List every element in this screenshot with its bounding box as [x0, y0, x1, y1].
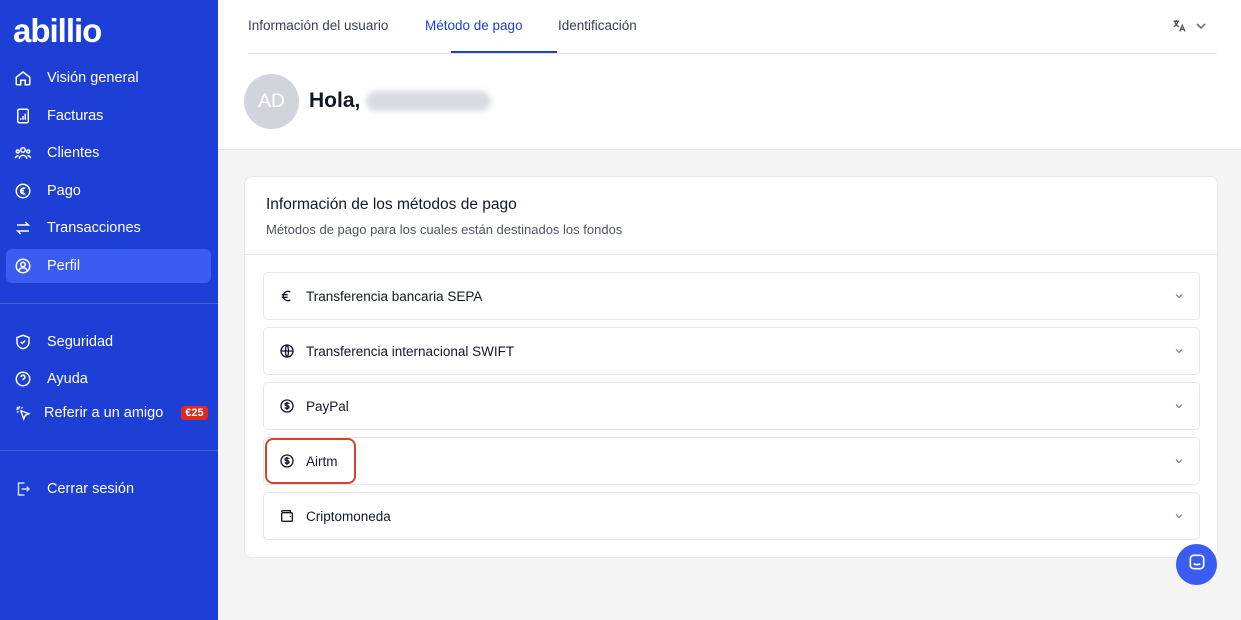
sidebar: abillio Visión general Facturas Clientes…: [0, 0, 218, 620]
help-circle-icon: [14, 370, 32, 388]
payment-methods-card: Información de los métodos de pago Métod…: [244, 176, 1218, 558]
chevron-down-icon: [1175, 294, 1183, 299]
sidebar-item-pago[interactable]: Pago: [6, 174, 211, 208]
invoice-icon: [14, 107, 32, 125]
wallet-icon: [279, 508, 295, 524]
sidebar-item-cerrar-sesion[interactable]: Cerrar sesión: [6, 472, 211, 506]
users-icon: [14, 144, 32, 162]
payment-method-paypal[interactable]: PayPal: [263, 382, 1200, 430]
card-title: Información de los métodos de pago: [266, 196, 517, 213]
sidebar-item-referir[interactable]: Referir a un amigo €25: [6, 396, 211, 430]
sidebar-item-perfil[interactable]: Perfil: [6, 249, 211, 283]
profile-header: Información del usuario Método de pago I…: [218, 0, 1241, 150]
chevron-down-icon: [1175, 349, 1183, 354]
payment-method-label: Transferencia bancaria SEPA: [306, 288, 483, 304]
chevron-down-icon: [1175, 404, 1183, 409]
payment-method-crypto[interactable]: Criptomoneda: [263, 492, 1200, 540]
sidebar-item-label: Pago: [47, 183, 81, 199]
highlight-box: [265, 438, 356, 484]
sidebar-item-seguridad[interactable]: Seguridad: [6, 325, 211, 359]
tab-bar: Información del usuario Método de pago I…: [248, 0, 1217, 54]
card-header: Información de los métodos de pago Métod…: [245, 177, 1217, 255]
payment-method-label: Criptomoneda: [306, 508, 391, 524]
language-selector[interactable]: [1171, 18, 1209, 37]
sidebar-item-label: Clientes: [47, 145, 100, 161]
chat-icon: [1187, 552, 1207, 577]
sidebar-item-label: Perfil: [47, 258, 81, 274]
chat-button[interactable]: [1176, 544, 1217, 585]
sidebar-item-label: Cerrar sesión: [47, 481, 135, 497]
sidebar-item-transacciones[interactable]: Transacciones: [6, 211, 211, 245]
chevron-down-icon: [1175, 459, 1183, 464]
active-tab-indicator: [451, 51, 557, 53]
tab-identification[interactable]: Identificación: [558, 18, 637, 33]
chevron-down-icon: [1175, 514, 1183, 519]
sidebar-item-label: Visión general: [47, 70, 139, 86]
sidebar-item-vision-general[interactable]: Visión general: [6, 61, 211, 95]
tab-payment-method[interactable]: Método de pago: [425, 18, 523, 33]
euro-icon: [279, 288, 295, 304]
chevron-down-icon: [1193, 18, 1209, 37]
sidebar-item-ayuda[interactable]: Ayuda: [6, 362, 211, 396]
euro-circle-icon: [14, 182, 32, 200]
payment-method-sepa[interactable]: Transferencia bancaria SEPA: [263, 272, 1200, 320]
payment-method-label: Transferencia internacional SWIFT: [306, 343, 515, 359]
sidebar-divider: [0, 450, 218, 451]
payment-method-airtm[interactable]: Airtm: [263, 437, 1200, 485]
sidebar-item-label: Facturas: [47, 108, 104, 124]
greeting-text: Hola,: [309, 89, 361, 112]
tab-user-info[interactable]: Información del usuario: [248, 18, 388, 33]
sidebar-item-facturas[interactable]: Facturas: [6, 99, 211, 133]
avatar: AD: [244, 74, 299, 129]
payment-method-swift[interactable]: Transferencia internacional SWIFT: [263, 327, 1200, 375]
home-icon: [14, 69, 32, 87]
logout-icon: [14, 480, 32, 498]
greeting: Hola,: [309, 89, 492, 113]
arrows-exchange-icon: [14, 219, 32, 237]
sidebar-item-label: Ayuda: [47, 371, 88, 387]
sidebar-item-label: Referir a un amigo: [44, 405, 164, 421]
sidebar-divider: [0, 303, 218, 304]
sidebar-item-label: Transacciones: [47, 220, 141, 236]
click-icon: [14, 404, 32, 422]
referral-badge: €25: [181, 406, 208, 420]
dollar-circle-icon: [279, 398, 295, 414]
user-circle-icon: [14, 257, 32, 275]
sidebar-item-label: Seguridad: [47, 334, 114, 350]
sidebar-item-clientes[interactable]: Clientes: [6, 136, 211, 170]
card-subtitle: Métodos de pago para los cuales están de…: [266, 222, 623, 237]
payment-method-label: PayPal: [306, 398, 349, 414]
user-name-redacted: [366, 91, 492, 111]
app-logo[interactable]: abillio: [13, 12, 102, 50]
translate-icon: [1171, 18, 1187, 37]
globe-icon: [279, 343, 295, 359]
shield-icon: [14, 333, 32, 351]
